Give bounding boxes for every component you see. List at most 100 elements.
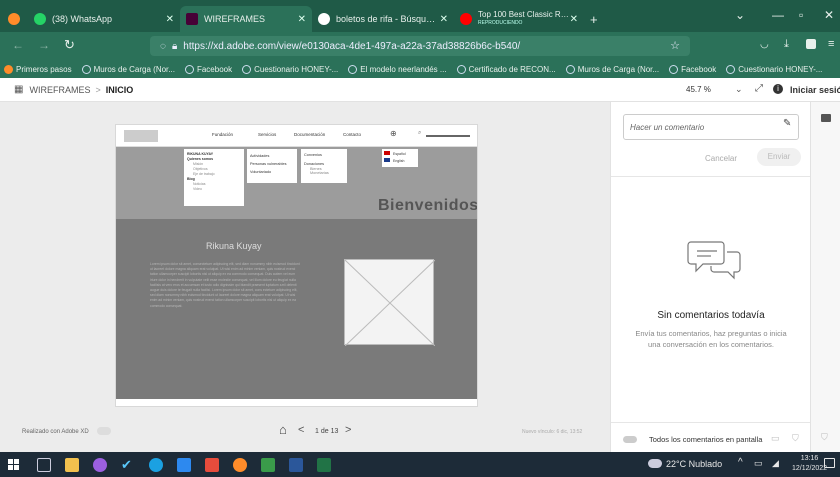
excel-icon[interactable] <box>317 457 331 472</box>
close-icon[interactable]: ✕ <box>166 14 174 25</box>
comments-toggle-icon[interactable] <box>821 114 831 122</box>
made-with-label: Realizado con Adobe XD <box>22 429 89 435</box>
previous-icon[interactable]: < <box>298 424 304 436</box>
globe-icon <box>81 64 91 74</box>
edge-icon[interactable] <box>149 457 163 472</box>
word-icon[interactable] <box>289 457 303 472</box>
pocket-icon[interactable]: ◡ <box>760 39 769 50</box>
wireframe-artboard[interactable]: Fundación Servicios Documentación Contac… <box>115 124 478 407</box>
bookmark-item[interactable]: Certificado de RECON... <box>456 64 556 74</box>
grid-icon[interactable]: ▦ <box>14 84 23 95</box>
nav-item[interactable]: Documentación <box>294 132 325 137</box>
new-tab-button[interactable]: + <box>584 6 608 32</box>
show-all-toggle[interactable] <box>623 436 637 443</box>
tab-label: Top 100 Best Classic Rock Song <box>478 11 570 19</box>
bookmark-item[interactable]: El modelo neerlandés ... <box>348 64 447 74</box>
close-icon[interactable]: ✕ <box>298 14 306 25</box>
bookmark-item[interactable]: Facebook <box>184 64 232 74</box>
comment-input[interactable]: Hacer un comentario <box>623 114 799 140</box>
adobe-xd-icon <box>186 13 198 25</box>
tab-label: WIREFRAMES <box>204 14 266 24</box>
extension-icon[interactable] <box>806 39 816 49</box>
page-indicator: 1 de 13 <box>315 428 339 435</box>
photos-icon[interactable] <box>177 457 191 472</box>
file-explorer-icon[interactable] <box>65 457 79 472</box>
back-icon[interactable]: ← <box>12 38 24 52</box>
fullscreen-icon[interactable]: ⤢ <box>755 83 763 94</box>
bookmark-star-icon[interactable]: ☆ <box>670 39 680 52</box>
notifications-icon[interactable] <box>824 458 835 468</box>
menu-icon[interactable]: ≡ <box>828 38 834 50</box>
firefox-view-icon[interactable] <box>0 6 28 32</box>
clock-date: 12/12/2022 <box>792 465 828 472</box>
lock-icon: 🔒︎ <box>171 40 178 52</box>
nav-item[interactable]: Fundación <box>212 132 233 137</box>
weather-text[interactable]: 22°C Nublado <box>666 459 722 469</box>
hero-title: Bienvenidos <box>378 197 478 214</box>
address-bar[interactable]: ◌ 🔒︎ https://xd.adobe.com/view/e0130aca-… <box>150 36 690 56</box>
downloads-icon[interactable]: ⤓ <box>784 38 789 51</box>
office-icon[interactable] <box>205 457 219 472</box>
dropdown-menu-servicios: Actividades Personas vulnerables Volunta… <box>247 149 297 183</box>
comment-icon[interactable]: ▭ <box>771 433 780 444</box>
volume-icon[interactable]: ◢ <box>772 458 779 469</box>
bookmark-item[interactable]: Muros de Carga (Nor... <box>81 64 175 74</box>
task-view-icon[interactable] <box>37 457 51 472</box>
app-icon[interactable] <box>261 457 275 472</box>
filter-icon[interactable]: ⛉ <box>821 432 828 443</box>
bookmarks-bar: Primeros pasos Muros de Carga (Nor... Fa… <box>0 60 840 78</box>
network-icon[interactable]: ▭ <box>754 458 763 469</box>
windows-start-icon[interactable] <box>8 459 19 470</box>
divider <box>611 422 811 423</box>
tab-whatsapp[interactable]: (38) WhatsApp ✕ <box>28 6 180 32</box>
zoom-level[interactable]: 45.7 % <box>686 85 711 94</box>
firefox-icon[interactable] <box>233 457 247 472</box>
bookmark-item[interactable]: Cuestionario HONEY-... <box>242 64 338 74</box>
chevron-down-icon[interactable]: ⌄ <box>735 84 743 95</box>
app-icon[interactable] <box>93 457 107 472</box>
bookmark-item[interactable]: Cuestionario HONEY-... <box>726 64 822 74</box>
next-icon[interactable]: > <box>345 424 351 436</box>
tab-google-search[interactable]: boletos de rifa - Búsqueda de G ✕ <box>312 6 454 32</box>
tray-chevron-icon[interactable]: ^ <box>738 457 743 468</box>
close-window-icon[interactable]: ✕ <box>824 8 834 22</box>
tab-label: (38) WhatsApp <box>52 14 113 24</box>
close-icon[interactable]: ✕ <box>440 14 448 25</box>
globe-icon <box>669 64 679 74</box>
filter-icon[interactable]: ⛉ <box>792 433 799 444</box>
browser-toolbar: ← → ↻ ◌ 🔒︎ https://xd.adobe.com/view/e01… <box>0 32 840 60</box>
checkmark-app-icon[interactable]: ✔ <box>121 457 135 472</box>
tab-list-icon[interactable]: ⌄ <box>735 8 745 22</box>
home-icon[interactable]: ⌂ <box>279 422 287 437</box>
right-rail: ⛉ <box>810 102 840 452</box>
globe-icon[interactable]: ⊕ <box>390 129 397 138</box>
globe-icon <box>565 64 575 74</box>
made-with-toggle[interactable] <box>97 427 111 435</box>
bookmark-item[interactable]: Primeros pasos <box>4 64 72 74</box>
empty-state-title: Sin comentarios todavía <box>657 310 765 321</box>
reload-icon[interactable]: ↻ <box>64 37 75 53</box>
shield-icon: ◌ <box>160 40 166 52</box>
search-icon[interactable]: ⌕ <box>418 130 421 137</box>
breadcrumb-current: INICIO <box>105 84 134 95</box>
content-section: Rikuna Kuyay Lorem ipsum dolor sit amet,… <box>116 219 477 399</box>
signin-link[interactable]: Iniciar sesión <box>790 85 840 95</box>
clock[interactable]: 13:16 12/12/2022 <box>792 454 827 474</box>
send-button[interactable]: Enviar <box>757 148 801 166</box>
tab-youtube[interactable]: Top 100 Best Classic Rock Song REPRODUCI… <box>454 6 584 32</box>
language-dropdown: Español English <box>382 149 418 167</box>
tab-wireframes[interactable]: WIREFRAMES ✕ <box>180 6 312 32</box>
info-icon[interactable]: i <box>773 84 783 94</box>
maximize-icon[interactable]: ▫ <box>799 8 803 22</box>
minimize-icon[interactable]: — <box>772 8 784 22</box>
close-icon[interactable]: ✕ <box>570 14 578 25</box>
bookmark-item[interactable]: Muros de Carga (Nor... <box>565 64 659 74</box>
nav-item[interactable]: Contacto <box>343 132 361 137</box>
bookmark-item[interactable]: Facebook <box>669 64 716 74</box>
forward-icon[interactable]: → <box>38 38 50 52</box>
last-saved-label: Nuevo vínculo: 6 dic, 13:52 <box>522 429 583 435</box>
nav-item[interactable]: Servicios <box>258 132 276 137</box>
pin-icon[interactable]: ✎ <box>783 118 791 129</box>
cancel-button[interactable]: Cancelar <box>705 154 737 163</box>
breadcrumb-root[interactable]: WIREFRAMES <box>29 85 90 95</box>
